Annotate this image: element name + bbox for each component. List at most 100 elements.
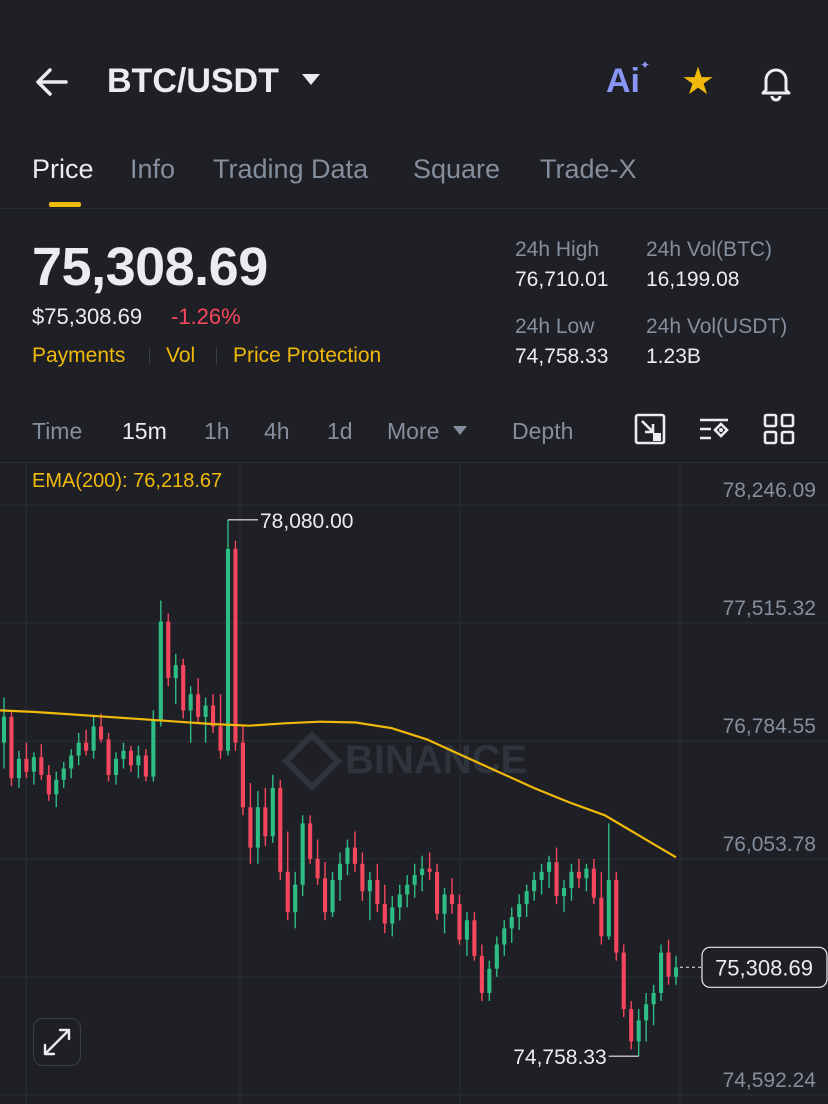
candle-body [449,894,455,905]
expand-icon [43,1028,71,1056]
candle-body [233,548,238,743]
stat-24h-vol-usdt-label: 24h Vol(USDT) [646,315,788,338]
candle-body [472,920,477,956]
candle-body [352,847,357,864]
tab-price[interactable]: Price [32,154,94,185]
candle-body [494,944,499,969]
payments-link[interactable]: Payments [32,344,125,368]
candle-body [300,823,305,885]
candle-body [547,862,552,872]
candle-body [435,871,440,914]
candle-body [561,887,567,897]
y-axis-tick-label: 76,053.78 [723,833,816,856]
candle-body [666,952,671,977]
candle-body [584,868,589,879]
candle-body [479,955,484,993]
timeframe-1h[interactable]: 1h [204,418,230,445]
candle-body [181,665,186,711]
candle-body [636,1020,641,1042]
candle-body [614,879,619,953]
candle-body [263,807,268,837]
candle-body [382,904,387,924]
pair-title[interactable]: BTC/USDT [107,62,279,101]
timeframe-1d[interactable]: 1d [327,418,353,445]
candle-body [323,878,328,913]
candle-body [651,992,656,1005]
candle-body [487,968,492,993]
candle-body [255,807,260,848]
fullscreen-button[interactable] [33,1018,81,1066]
candle-body [621,952,626,1010]
candle-body [539,871,544,880]
candle-body [248,807,253,848]
back-arrow-icon[interactable] [32,62,72,102]
candle-body [24,758,29,772]
price-protection-link[interactable]: Price Protection [233,344,381,368]
tab-square[interactable]: Square [413,154,500,185]
candle-body [390,907,395,924]
candle-body [218,726,223,751]
candle-body [308,823,313,859]
current-price-label: 75,308.69 [715,955,813,980]
usd-price: $75,308.69 [32,304,143,329]
candle-body [39,757,44,775]
candle-body [106,739,111,775]
sparkle-icon: ✦ [640,58,651,72]
depth-tab[interactable]: Depth [512,418,573,445]
candle-body [1,716,7,743]
divider [149,348,150,364]
candle-body [84,742,89,751]
candle-body [143,755,148,777]
candle-body [629,1009,634,1042]
candle-body [128,750,133,766]
layout-grid-icon[interactable] [762,412,796,446]
candlestick-chart[interactable]: BINANCE78,246.0977,515.3276,784.5576,053… [0,463,828,1104]
tab-trading-data[interactable]: Trading Data [213,154,368,185]
star-icon[interactable]: ★ [681,62,715,102]
bell-icon[interactable] [756,62,796,102]
tab-trade-x[interactable]: Trade-X [540,154,637,185]
chevron-down-icon[interactable] [302,74,320,85]
timeframe-more[interactable]: More [387,418,439,445]
timeframe-time[interactable]: Time [32,418,82,445]
timeframe-15m[interactable]: 15m [122,418,167,445]
candle-body [405,884,410,895]
candle-body [158,621,163,721]
indicators-icon[interactable] [697,412,731,446]
candle-body [412,875,417,885]
candle-body [420,868,425,876]
stat-24h-vol-btc-value: 16,199.08 [646,268,740,291]
candle-body [270,787,275,837]
chart-settings-icon[interactable] [633,412,667,446]
candle-body [509,917,514,929]
y-axis-tick-label: 77,515.32 [723,597,816,620]
stat-24h-high-value: 76,710.01 [515,268,609,291]
candle-body [136,755,141,766]
stat-24h-low-label: 24h Low [515,315,595,338]
tab-info[interactable]: Info [130,154,175,185]
ai-icon[interactable]: Ai [606,62,640,101]
candle-body [606,879,611,937]
chevron-down-icon[interactable] [453,426,467,435]
candle-body [397,894,402,908]
candle-body [91,726,96,751]
stat-24h-high-label: 24h High [515,238,600,261]
timeframe-4h[interactable]: 4h [264,418,290,445]
candle-body [442,894,447,914]
candle-body [166,621,171,679]
vol-link[interactable]: Vol [166,344,195,368]
ema-indicator-label: EMA(200): 76,218.67 [32,470,223,492]
candle-body [31,757,36,772]
candle-body [659,952,664,993]
candle-body [9,716,14,779]
candle-body [196,694,201,717]
candle-body [360,863,365,892]
candle-body [188,694,193,711]
candle-body [278,787,283,872]
candle-body [315,858,320,879]
y-axis-tick-label: 74,592.24 [723,1069,817,1092]
high-marker-label: 78,080.00 [260,510,353,533]
candle-body [225,548,231,751]
y-axis-tick-label: 76,784.55 [723,715,816,738]
candle-body [54,779,59,795]
